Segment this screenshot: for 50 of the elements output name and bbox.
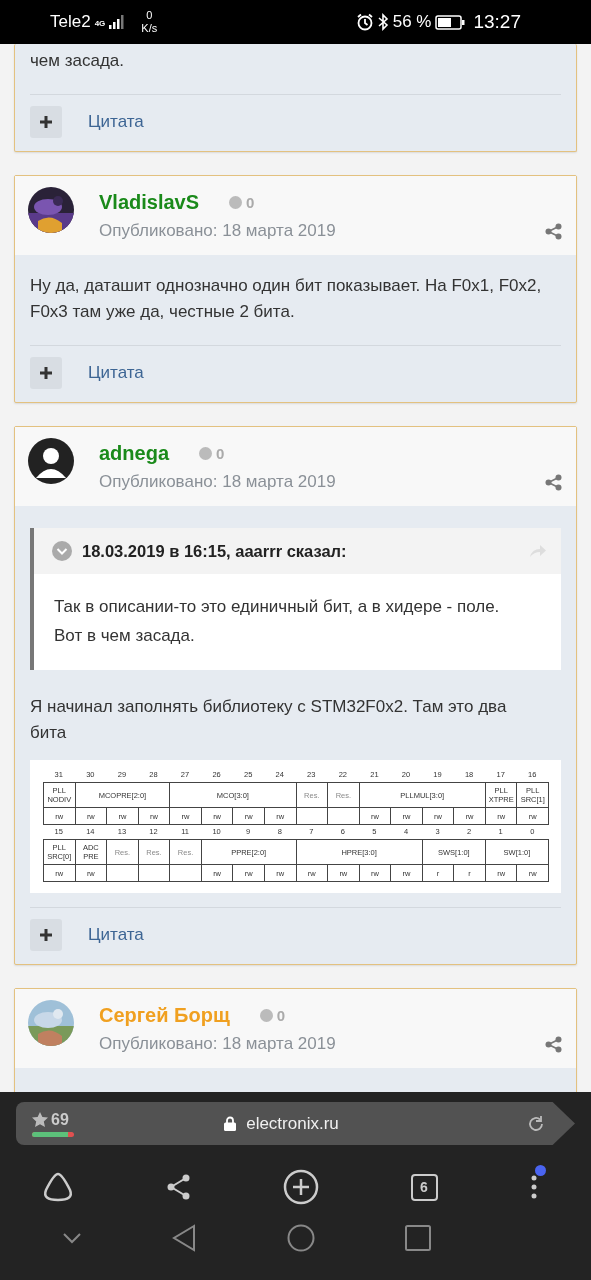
- quote-link[interactable]: Цитата: [88, 925, 144, 945]
- share-icon[interactable]: [545, 222, 562, 240]
- plus-button[interactable]: [30, 106, 62, 138]
- recents-icon[interactable]: [405, 1224, 431, 1251]
- collapse-icon[interactable]: [62, 1231, 82, 1244]
- lock-icon: [224, 1116, 237, 1131]
- author-name[interactable]: VladislavS: [99, 190, 200, 214]
- carrier-name: Tele2: [50, 12, 91, 32]
- author-name[interactable]: adnega: [99, 441, 170, 465]
- reputation-count: 0: [276, 1006, 286, 1024]
- reputation-dot-icon: [199, 446, 213, 460]
- reputation-count: 0: [246, 193, 255, 211]
- reputation-dot-icon: [229, 195, 243, 209]
- share-icon[interactable]: [545, 1035, 562, 1053]
- url-text: electronix.ru: [246, 1113, 339, 1134]
- post-text: чем засада.: [30, 50, 126, 72]
- new-tab-icon[interactable]: [283, 1169, 319, 1205]
- speed-value: 0: [146, 9, 153, 22]
- home-icon[interactable]: [286, 1223, 315, 1252]
- reload-icon[interactable]: [527, 1114, 545, 1133]
- reputation-dot-icon: [259, 1008, 273, 1022]
- post-text: Ну да, даташит однозначно один бит показывает. На F0x1, F0x2, F0x3 там уже да, честные 2 бита.: [30, 275, 543, 323]
- menu-icon[interactable]: [529, 1173, 539, 1201]
- quote-link[interactable]: Цитата: [88, 363, 144, 383]
- alarm-icon: [355, 13, 374, 31]
- quote-text: Так в описании-то это единичный бит, а в хидере - поле. Вот в чем засада.: [53, 596, 501, 647]
- speed-unit: K/s: [141, 22, 158, 35]
- share-icon[interactable]: [165, 1174, 192, 1200]
- post-date: Опубликовано: 18 марта 2019: [99, 1034, 336, 1054]
- signal-icon: [109, 15, 126, 29]
- quote-link[interactable]: Цитата: [88, 112, 144, 132]
- battery-percent: 56 %: [392, 12, 432, 32]
- back-icon[interactable]: [172, 1223, 197, 1252]
- network-type: 4G: [94, 19, 106, 28]
- tabs-button[interactable]: 6: [410, 1173, 438, 1201]
- avatar-icon: [28, 438, 74, 484]
- plus-button[interactable]: [30, 919, 62, 951]
- clock-time: 13:27: [473, 11, 521, 33]
- quote-author: 18.03.2019 в 16:15, aaarrr сказал:: [82, 541, 348, 561]
- share-icon[interactable]: [545, 473, 562, 491]
- post-date: Опубликовано: 18 марта 2019: [99, 472, 336, 492]
- address-bar[interactable]: 69 electronix.ru: [16, 1102, 575, 1145]
- post-date: Опубликовано: 18 марта 2019: [99, 221, 336, 241]
- rating-count: 69: [51, 1110, 69, 1129]
- bluetooth-icon: [377, 13, 389, 31]
- post-text: Я начинал заполнять библиотеку с STM32F0x2. Там это два бита: [30, 696, 508, 744]
- plus-button[interactable]: [30, 357, 62, 389]
- battery-icon: [435, 14, 466, 30]
- star-icon: [32, 1112, 48, 1127]
- reputation-count: 0: [216, 444, 225, 462]
